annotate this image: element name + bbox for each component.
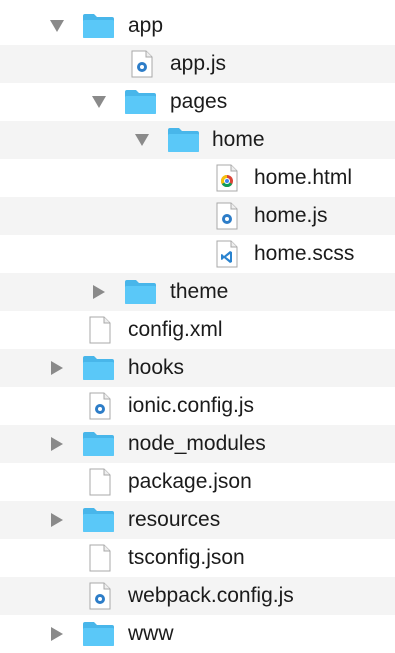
tree-item-label: pages	[170, 90, 228, 113]
tree-item-home-html[interactable]: home.html	[0, 159, 395, 197]
tree-item-label: app	[128, 14, 164, 37]
chevron-down-icon[interactable]	[48, 7, 66, 45]
tree-item-hooks[interactable]: hooks	[0, 349, 395, 387]
tree-item-ionic-config-js[interactable]: ionic.config.js	[0, 387, 395, 425]
tree-item-label: tsconfig.json	[128, 546, 245, 569]
chevron-down-icon[interactable]	[90, 83, 108, 121]
js-file-icon	[216, 197, 238, 235]
tree-item-label: ionic.config.js	[128, 394, 255, 417]
tree-item-label: home.js	[254, 204, 328, 227]
tree-item-webpack-config-js[interactable]: webpack.config.js	[0, 577, 395, 615]
chevron-right-icon[interactable]	[48, 425, 66, 463]
tree-item-www[interactable]: www	[0, 615, 395, 653]
chevron-down-icon[interactable]	[133, 121, 151, 159]
file-tree: app app.js pages home home.html home.js …	[0, 0, 395, 651]
vscode-scss-file-icon	[216, 235, 238, 273]
tree-item-label: www	[128, 622, 174, 645]
tree-item-label: home.scss	[254, 242, 355, 265]
tree-item-home[interactable]: home	[0, 121, 395, 159]
file-icon	[89, 463, 111, 501]
tree-item-tsconfig-json[interactable]: tsconfig.json	[0, 539, 395, 577]
folder-icon	[82, 349, 115, 387]
js-file-icon	[89, 577, 111, 615]
folder-icon	[167, 121, 200, 159]
chrome-html-file-icon	[216, 159, 238, 197]
tree-item-label: resources	[128, 508, 221, 531]
folder-icon	[82, 425, 115, 463]
tree-item-label: home	[212, 128, 265, 151]
chevron-right-icon[interactable]	[48, 615, 66, 653]
js-file-icon	[89, 387, 111, 425]
file-icon	[89, 311, 111, 349]
tree-item-home-js[interactable]: home.js	[0, 197, 395, 235]
tree-item-pages[interactable]: pages	[0, 83, 395, 121]
tree-item-label: hooks	[128, 356, 185, 379]
tree-item-config-xml[interactable]: config.xml	[0, 311, 395, 349]
tree-item-node-modules[interactable]: node_modules	[0, 425, 395, 463]
tree-item-label: config.xml	[128, 318, 223, 341]
tree-item-label: webpack.config.js	[128, 584, 294, 607]
js-file-icon	[131, 45, 153, 83]
file-icon	[89, 539, 111, 577]
folder-icon	[82, 7, 115, 45]
tree-item-label: theme	[170, 280, 229, 303]
chevron-right-icon[interactable]	[48, 501, 66, 539]
chevron-right-icon[interactable]	[48, 349, 66, 387]
folder-icon	[124, 273, 157, 311]
tree-item-label: app.js	[170, 52, 227, 75]
tree-item-label: home.html	[254, 166, 353, 189]
tree-item-label: package.json	[128, 470, 252, 493]
tree-item-label: node_modules	[128, 432, 266, 455]
tree-item-app-js[interactable]: app.js	[0, 45, 395, 83]
folder-icon	[82, 501, 115, 539]
tree-item-home-scss[interactable]: home.scss	[0, 235, 395, 273]
tree-item-theme[interactable]: theme	[0, 273, 395, 311]
tree-item-resources[interactable]: resources	[0, 501, 395, 539]
tree-item-package-json[interactable]: package.json	[0, 463, 395, 501]
tree-item-app[interactable]: app	[0, 7, 395, 45]
folder-icon	[82, 615, 115, 653]
chevron-right-icon[interactable]	[90, 273, 108, 311]
folder-icon	[124, 83, 157, 121]
